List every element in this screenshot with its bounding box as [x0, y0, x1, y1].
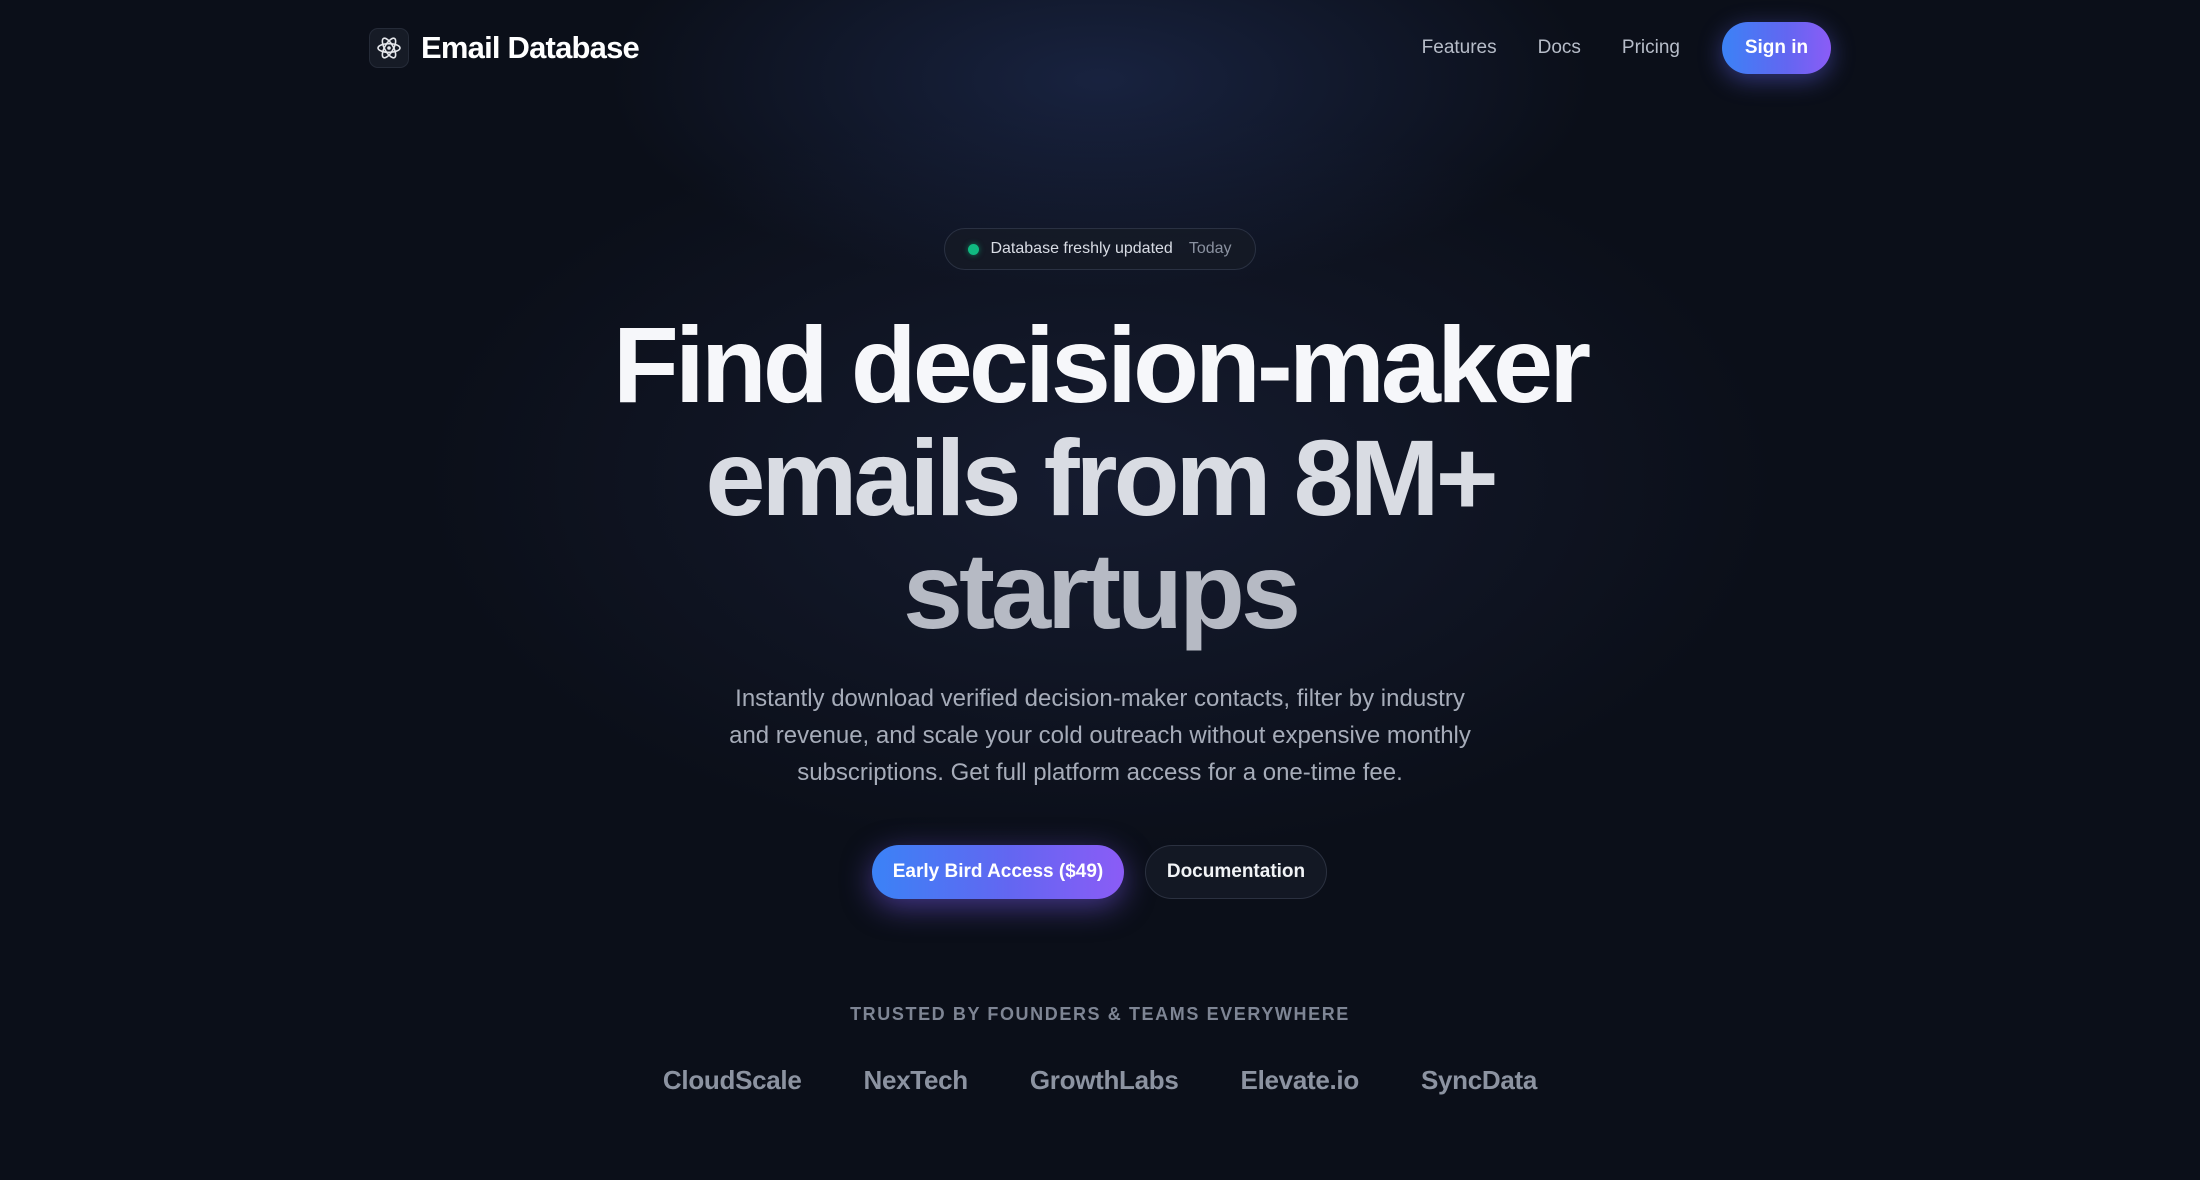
headline-line-3: startups [902, 530, 1301, 651]
status-dot-icon [968, 243, 980, 255]
nav-link-docs[interactable]: Docs [1538, 37, 1581, 59]
documentation-button[interactable]: Documentation [1145, 845, 1327, 899]
sign-in-button[interactable]: Sign in [1722, 22, 1831, 74]
customer-logo: Elevate.io [1240, 1064, 1360, 1095]
early-bird-access-button[interactable]: Early Bird Access ($49) [872, 845, 1124, 899]
customer-logo: GrowthLabs [1029, 1064, 1179, 1095]
nav-menu: Features Docs Pricing Sign in [1422, 22, 1831, 74]
headline-line-1: Find decision-maker [612, 304, 1591, 425]
status-badge-time: Today [1188, 240, 1232, 257]
trusted-by-heading: TRUSTED BY FOUNDERS & TEAMS EVERYWHERE [850, 1004, 1350, 1024]
nav-link-pricing[interactable]: Pricing [1622, 37, 1680, 59]
brand-name: Email Database [421, 30, 640, 65]
status-badge-text: Database freshly updated [990, 240, 1173, 257]
status-badge: Database freshly updated Today [944, 228, 1256, 270]
atom-icon [369, 28, 409, 68]
hero-headline: Find decision-maker emails from 8M+ star… [400, 308, 1800, 647]
hero-subtitle: Instantly download verified decision-mak… [660, 680, 1540, 791]
customer-logo: SyncData [1420, 1064, 1538, 1095]
customer-logo: NexTech [863, 1064, 969, 1095]
subtitle-line-3: subscriptions. Get full platform access … [797, 759, 1403, 786]
customer-logos: CloudScale NexTech GrowthLabs Elevate.io… [600, 1060, 1600, 1100]
nav-link-features[interactable]: Features [1422, 37, 1497, 59]
cta-row: Early Bird Access ($49) Documentation [872, 845, 1327, 899]
subtitle-line-2: and revenue, and scale your cold outreac… [729, 722, 1471, 749]
subtitle-line-1: Instantly download verified decision-mak… [735, 685, 1465, 712]
landing-page: Email Database Features Docs Pricing Sig… [0, 0, 2200, 1180]
customer-logo: CloudScale [662, 1064, 802, 1095]
top-nav: Email Database Features Docs Pricing Sig… [369, 22, 1831, 74]
brand[interactable]: Email Database [369, 28, 640, 68]
headline-line-2: emails from 8M+ [705, 417, 1498, 538]
